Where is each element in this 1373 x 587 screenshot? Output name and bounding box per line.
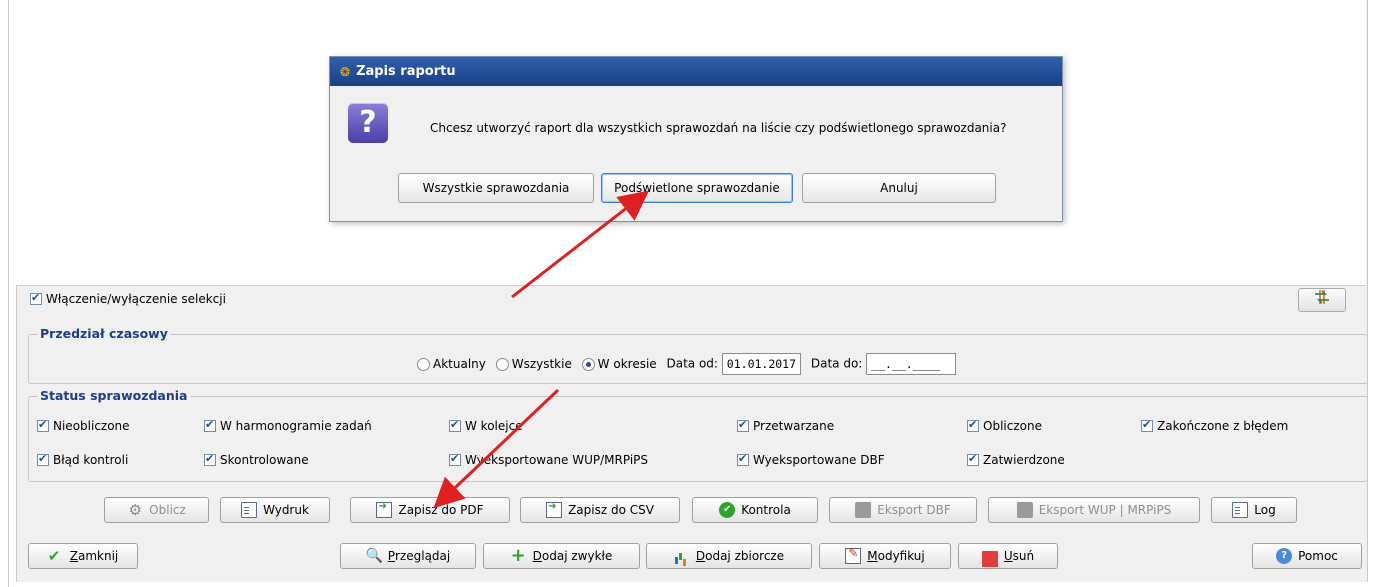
selection-label: Włączenie/wyłączenie selekcji bbox=[46, 292, 226, 306]
status-zakonczone-z-bledem[interactable]: Zakończone z błędem bbox=[1141, 418, 1288, 433]
checkbox[interactable] bbox=[449, 452, 461, 466]
eksport-dbf-button[interactable]: Eksport DBF bbox=[829, 497, 977, 523]
wydruk-button[interactable]: Wydruk bbox=[220, 497, 330, 523]
database-icon bbox=[855, 502, 872, 518]
plus-icon: + bbox=[510, 545, 526, 566]
checkmark-icon: ✔ bbox=[47, 547, 61, 565]
przegladaj-button[interactable]: 🔍 Przeglądaj bbox=[340, 543, 476, 569]
eksport-wup-button[interactable]: Eksport WUP | MRPiPS bbox=[988, 497, 1200, 523]
radio-circle[interactable] bbox=[495, 357, 509, 371]
checkbox[interactable] bbox=[449, 418, 461, 432]
highlighted-report-button[interactable]: Podświetlone sprawozdanie bbox=[601, 173, 793, 203]
oblicz-button[interactable]: ⚙ Oblicz bbox=[104, 497, 209, 523]
radio-wszystkie[interactable]: Wszystkie bbox=[495, 357, 578, 371]
period-legend: Przedział czasowy bbox=[37, 326, 171, 341]
checkbox[interactable] bbox=[967, 418, 979, 432]
status-w-kolejce[interactable]: W kolejce bbox=[449, 418, 523, 433]
zapisz-csv-button[interactable]: Zapisz do CSV bbox=[520, 497, 680, 523]
status-skontrolowane[interactable]: Skontrolowane bbox=[204, 452, 309, 467]
status-zatwierdzone[interactable]: Zatwierdzone bbox=[967, 452, 1065, 467]
swap-arrows-icon bbox=[1315, 290, 1329, 304]
dialog-title: Zapis raportu bbox=[356, 64, 456, 79]
export-file-icon bbox=[376, 501, 393, 518]
date-from-input[interactable]: 01.01.2017 bbox=[721, 353, 802, 375]
dodaj-zwykle-button[interactable]: + Dodaj zwykłe bbox=[483, 543, 640, 569]
document-icon bbox=[1232, 502, 1249, 518]
cancel-button[interactable]: Anuluj bbox=[802, 173, 996, 203]
database-icon bbox=[1016, 502, 1033, 518]
checkbox[interactable] bbox=[204, 452, 216, 466]
date-to-label: Data do: bbox=[810, 356, 863, 371]
dialog-titlebar[interactable]: ❂ Zapis raportu bbox=[330, 57, 1062, 86]
radio-circle-selected[interactable] bbox=[581, 357, 595, 371]
swap-selection-button[interactable] bbox=[1298, 288, 1346, 312]
zamknij-button[interactable]: ✔ Zamknij bbox=[28, 543, 138, 569]
checkbox[interactable] bbox=[37, 418, 49, 432]
period-group: Przedział czasowy Aktualny Wszystkie W o… bbox=[28, 326, 1368, 384]
period-row: Aktualny Wszystkie W okresie Data od: 01… bbox=[417, 353, 962, 375]
edit-icon bbox=[845, 546, 862, 564]
left-border bbox=[8, 0, 9, 587]
help-icon: ? bbox=[1276, 548, 1293, 564]
date-to-input[interactable]: __.__.____ bbox=[866, 353, 957, 375]
status-przetwarzane[interactable]: Przetwarzane bbox=[737, 418, 834, 433]
status-group: Status sprawozdania Nieobliczone W harmo… bbox=[28, 388, 1368, 482]
status-obliczone[interactable]: Obliczone bbox=[967, 418, 1042, 433]
magnifier-icon: 🔍 bbox=[365, 548, 384, 564]
app-icon: ❂ bbox=[340, 64, 351, 79]
checkbox[interactable] bbox=[37, 452, 49, 466]
modyfikuj-button[interactable]: Modyfikuj bbox=[819, 543, 951, 569]
status-wyeksportowane-dbf[interactable]: Wyeksportowane DBF bbox=[737, 452, 885, 467]
minus-icon bbox=[981, 551, 998, 567]
selection-checkbox[interactable] bbox=[30, 291, 42, 305]
status-wyeksportowane-wup[interactable]: Wyeksportowane WUP/MRPiPS bbox=[449, 452, 648, 467]
checkbox[interactable] bbox=[967, 452, 979, 466]
usun-button[interactable]: Usuń bbox=[958, 543, 1058, 569]
document-icon bbox=[241, 502, 258, 518]
checkbox[interactable] bbox=[737, 418, 749, 432]
checkbox[interactable] bbox=[737, 452, 749, 466]
dialog-message: Chcesz utworzyć raport dla wszystkich sp… bbox=[430, 121, 1007, 135]
selection-toggle[interactable]: Włączenie/wyłączenie selekcji bbox=[30, 291, 226, 306]
radio-w-okresie[interactable]: W okresie bbox=[581, 357, 663, 371]
status-legend: Status sprawozdania bbox=[37, 388, 191, 403]
checkbox[interactable] bbox=[1141, 418, 1153, 432]
status-blad-kontroli[interactable]: Błąd kontroli bbox=[37, 452, 128, 467]
pomoc-button[interactable]: ? Pomoc bbox=[1252, 543, 1362, 569]
log-button[interactable]: Log bbox=[1211, 497, 1297, 523]
report-save-dialog: ❂ Zapis raportu ? Chcesz utworzyć raport… bbox=[329, 56, 1063, 222]
kontrola-button[interactable]: ✔ Kontrola bbox=[692, 497, 818, 523]
export-file-icon bbox=[546, 501, 563, 518]
bar-chart-icon bbox=[674, 548, 690, 564]
status-w-harmonogramie[interactable]: W harmonogramie zadań bbox=[204, 418, 372, 433]
status-nieobliczone[interactable]: Nieobliczone bbox=[37, 418, 130, 433]
radio-aktualny[interactable]: Aktualny bbox=[417, 357, 492, 371]
gears-icon: ⚙ bbox=[128, 501, 142, 519]
zapisz-pdf-button[interactable]: Zapisz do PDF bbox=[350, 497, 510, 523]
date-from-label: Data od: bbox=[666, 356, 718, 371]
dodaj-zbiorcze-button[interactable]: Dodaj zbiorcze bbox=[646, 543, 812, 569]
question-icon: ? bbox=[348, 103, 388, 143]
checkbox[interactable] bbox=[204, 418, 216, 432]
check-circle-icon: ✔ bbox=[719, 502, 736, 518]
radio-circle[interactable] bbox=[417, 357, 430, 371]
all-reports-button[interactable]: Wszystkie sprawozdania bbox=[398, 173, 594, 203]
